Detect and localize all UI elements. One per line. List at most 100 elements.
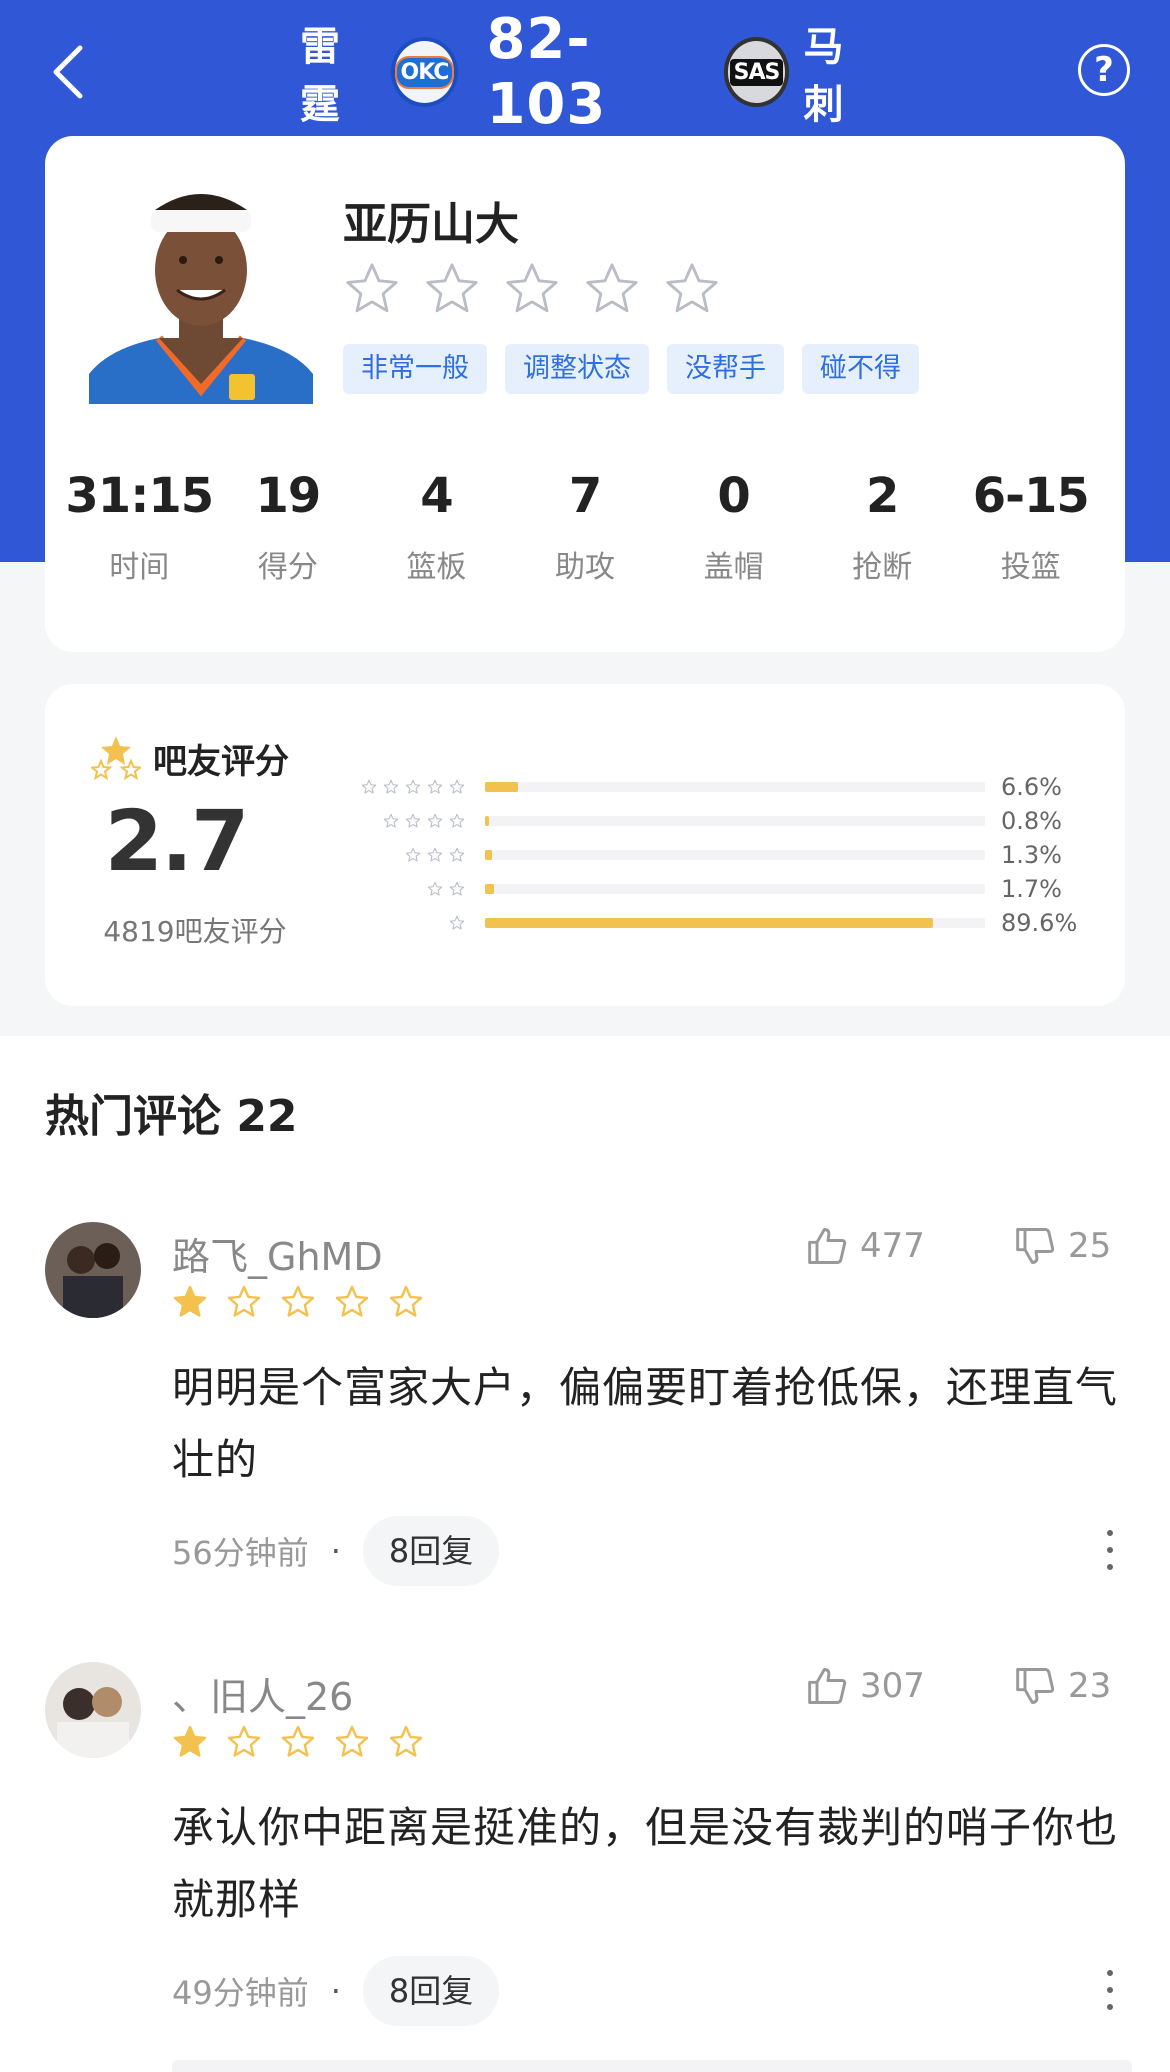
top-bar: 雷霆 OKC 82-103 SAS 马刺 ?	[0, 0, 1170, 140]
player-name: 亚历山大	[343, 199, 519, 250]
distribution-bar	[485, 850, 492, 860]
back-button[interactable]	[40, 36, 100, 108]
fan-rating-count: 4819吧友评分	[103, 915, 287, 948]
distribution-percent: 1.3%	[1001, 841, 1062, 869]
comment-meta: 56分钟前 · 8回复	[172, 1516, 500, 1586]
stat-value: 19	[255, 468, 321, 524]
thumbs-down-icon	[1016, 1668, 1055, 1704]
distribution-percent: 0.8%	[1001, 807, 1062, 835]
distribution-percent: 6.6%	[1001, 773, 1062, 801]
distribution-row: 0.8%	[345, 804, 1105, 838]
star-icon	[449, 779, 465, 794]
stat-label: 篮板	[406, 550, 467, 585]
away-team-logo: SAS	[723, 37, 790, 107]
stat-minutes: 31:15 时间	[65, 468, 214, 586]
stat-value: 4	[420, 468, 453, 524]
game-score: 82-103	[486, 7, 607, 137]
distribution-bar-track	[485, 884, 985, 894]
distribution-row: 1.3%	[345, 838, 1105, 872]
stat-label: 盖帽	[703, 550, 764, 585]
reply-count-button[interactable]: 8回复	[362, 1956, 500, 2026]
stat-value: 0	[717, 468, 750, 524]
commenter-name[interactable]: 路飞_GhMD	[172, 1226, 383, 1281]
like-count: 477	[860, 1226, 925, 1266]
home-team-logo-text: OKC	[394, 55, 455, 89]
dislike-button[interactable]: 25	[1014, 1224, 1111, 1268]
commenter-avatar[interactable]	[45, 1662, 141, 1758]
commenter-avatar[interactable]	[45, 1222, 141, 1318]
distribution-stars	[345, 813, 465, 829]
star-icon	[427, 813, 443, 828]
star-icon	[449, 915, 465, 930]
distribution-bar	[485, 816, 489, 826]
avatar-photo	[45, 1662, 141, 1758]
tag-chip[interactable]: 非常一般	[343, 344, 487, 394]
stat-value: 7	[568, 468, 602, 524]
player-stats: 31:15 时间 19 得分 4 篮板 7 助攻 0 盖帽 2 抢断 6-15 投篮	[45, 468, 1125, 586]
comment-rating-stars	[172, 1284, 424, 1320]
like-button[interactable]: 307	[806, 1664, 925, 1708]
stat-value: 2	[865, 468, 899, 524]
distribution-percent: 89.6%	[1001, 909, 1078, 937]
star-icon[interactable]	[583, 260, 641, 318]
avatar-photo	[45, 1222, 141, 1318]
star-icon	[449, 881, 465, 896]
distribution-bar	[485, 884, 494, 894]
next-comment-preview	[172, 2060, 1132, 2072]
star-icon[interactable]	[343, 260, 401, 318]
thumbs-down-icon	[1016, 1228, 1055, 1264]
fan-rating-title: 吧友评分	[91, 734, 289, 783]
thumbs-up-icon	[808, 1668, 847, 1704]
distribution-bar	[485, 918, 933, 928]
star-icon[interactable]	[423, 260, 481, 318]
distribution-row: 6.6%	[345, 770, 1105, 804]
star-icon[interactable]	[663, 260, 721, 318]
help-circle-icon: ?	[1094, 50, 1114, 90]
more-vertical-icon[interactable]	[1100, 1970, 1120, 2010]
comment-text: 明明是个富家大户，偏偏要盯着抢低保，还理直气壮的	[172, 1363, 1119, 1484]
help-button[interactable]: ?	[1078, 44, 1130, 96]
matchup: 雷霆 OKC 82-103 SAS 马刺	[300, 7, 880, 137]
star-icon	[427, 779, 443, 794]
stat-rebounds: 4 篮板	[362, 468, 511, 586]
tag-chip[interactable]: 碰不得	[802, 344, 919, 394]
star-icon	[173, 1725, 207, 1757]
tag-chip[interactable]: 调整状态	[505, 344, 649, 394]
more-vertical-icon[interactable]	[1100, 1530, 1120, 1570]
fan-rating-label: 吧友评分	[153, 742, 289, 782]
dislike-count: 23	[1068, 1666, 1112, 1706]
like-button[interactable]: 477	[806, 1224, 925, 1268]
star-icon	[281, 1285, 315, 1317]
comment-time: 56分钟前	[172, 1534, 309, 1572]
stat-assists: 7 助攻	[511, 468, 660, 586]
reply-count-button[interactable]: 8回复	[362, 1516, 500, 1586]
player-rating-stars[interactable]	[343, 260, 721, 318]
star-icon	[449, 847, 465, 862]
star-icon	[335, 1285, 369, 1317]
star-icon	[383, 779, 399, 794]
chevron-left-icon	[53, 45, 83, 99]
commenter-name[interactable]: 、旧人_26	[172, 1666, 353, 1721]
thumbs-up-icon	[808, 1228, 847, 1264]
distribution-bar-track	[485, 782, 985, 792]
stat-steals: 2 抢断	[808, 468, 957, 586]
distribution-percent: 1.7%	[1001, 875, 1062, 903]
distribution-bar-track	[485, 850, 985, 860]
distribution-bar	[485, 782, 518, 792]
star-icon	[405, 779, 421, 794]
distribution-stars	[345, 915, 465, 931]
stat-value: 6-15	[972, 468, 1090, 524]
like-count: 307	[860, 1666, 925, 1706]
tag-chip[interactable]: 没帮手	[667, 344, 784, 394]
dislike-button[interactable]: 23	[1014, 1664, 1111, 1708]
comment-meta: 49分钟前 · 8回复	[172, 1956, 500, 2026]
stat-label: 得分	[257, 550, 318, 585]
star-icon	[335, 1725, 369, 1757]
star-icon	[427, 847, 443, 862]
star-icon[interactable]	[503, 260, 561, 318]
distribution-row: 89.6%	[345, 906, 1105, 940]
away-team-name: 马刺	[803, 24, 845, 128]
distribution-bar-track	[485, 918, 985, 928]
meta-separator: ·	[330, 1532, 341, 1570]
stat-value: 31:15	[65, 468, 214, 524]
